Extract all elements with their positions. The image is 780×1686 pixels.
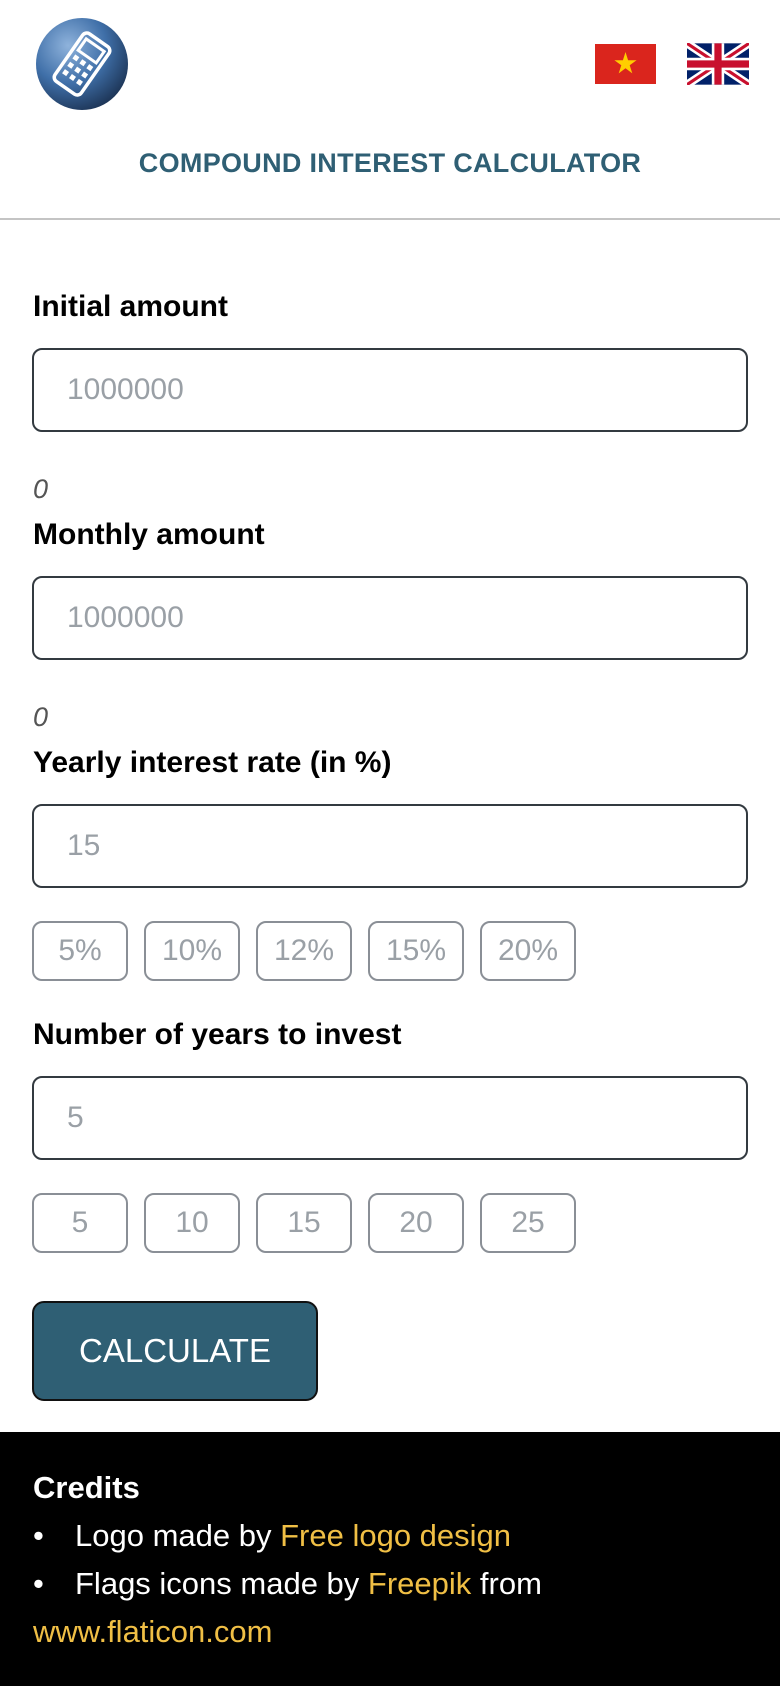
uk-flag-icon[interactable] <box>684 39 752 89</box>
years-label: Number of years to invest <box>33 1018 402 1051</box>
credit-flags-line: • Flags icons made by Freepik from <box>33 1566 542 1602</box>
interest-rate-label: Yearly interest rate (in %) <box>33 746 392 779</box>
rate-preset-button[interactable]: 10% <box>144 921 240 981</box>
interest-rate-input[interactable] <box>32 804 748 888</box>
years-input[interactable] <box>32 1076 748 1160</box>
free-logo-design-link[interactable]: Free logo design <box>280 1518 511 1553</box>
credit-logo-text: Logo made by <box>75 1518 281 1553</box>
monthly-amount-formatted: 0 <box>33 702 49 732</box>
rate-preset-button[interactable]: 5% <box>32 921 128 981</box>
years-preset-button[interactable]: 20 <box>368 1193 464 1253</box>
monthly-amount-label: Monthly amount <box>33 518 265 551</box>
initial-amount-input[interactable] <box>32 348 748 432</box>
initial-amount-label: Initial amount <box>33 290 228 323</box>
years-preset-button[interactable]: 25 <box>480 1193 576 1253</box>
credit-flags-suffix: from <box>471 1566 542 1601</box>
credits-title: Credits <box>33 1470 140 1505</box>
years-preset-button[interactable]: 10 <box>144 1193 240 1253</box>
rate-preset-button[interactable]: 15% <box>368 921 464 981</box>
bullet: • <box>33 1566 44 1601</box>
monthly-amount-input[interactable] <box>32 576 748 660</box>
credits-footer: Credits • Logo made by Free logo design •… <box>0 1432 780 1686</box>
years-preset-button[interactable]: 15 <box>256 1193 352 1253</box>
calculator-logo-icon[interactable] <box>35 17 129 111</box>
credit-flags-text: Flags icons made by <box>75 1566 368 1601</box>
page-title: COMPOUND INTEREST CALCULATOR <box>138 148 642 178</box>
rate-preset-button[interactable]: 20% <box>480 921 576 981</box>
flaticon-link[interactable]: www.flaticon.com <box>33 1614 272 1649</box>
calculate-button[interactable]: CALCULATE <box>32 1301 318 1401</box>
bullet: • <box>33 1518 44 1553</box>
credit-source-line: www.flaticon.com <box>33 1614 272 1650</box>
rate-preset-button[interactable]: 12% <box>256 921 352 981</box>
initial-amount-formatted: 0 <box>33 474 49 504</box>
credit-logo-line: • Logo made by Free logo design <box>33 1518 511 1554</box>
freepik-link[interactable]: Freepik <box>368 1566 471 1601</box>
years-preset-button[interactable]: 5 <box>32 1193 128 1253</box>
vietnam-flag-icon[interactable] <box>595 44 656 84</box>
app-header: COMPOUND INTEREST CALCULATOR <box>0 0 780 220</box>
